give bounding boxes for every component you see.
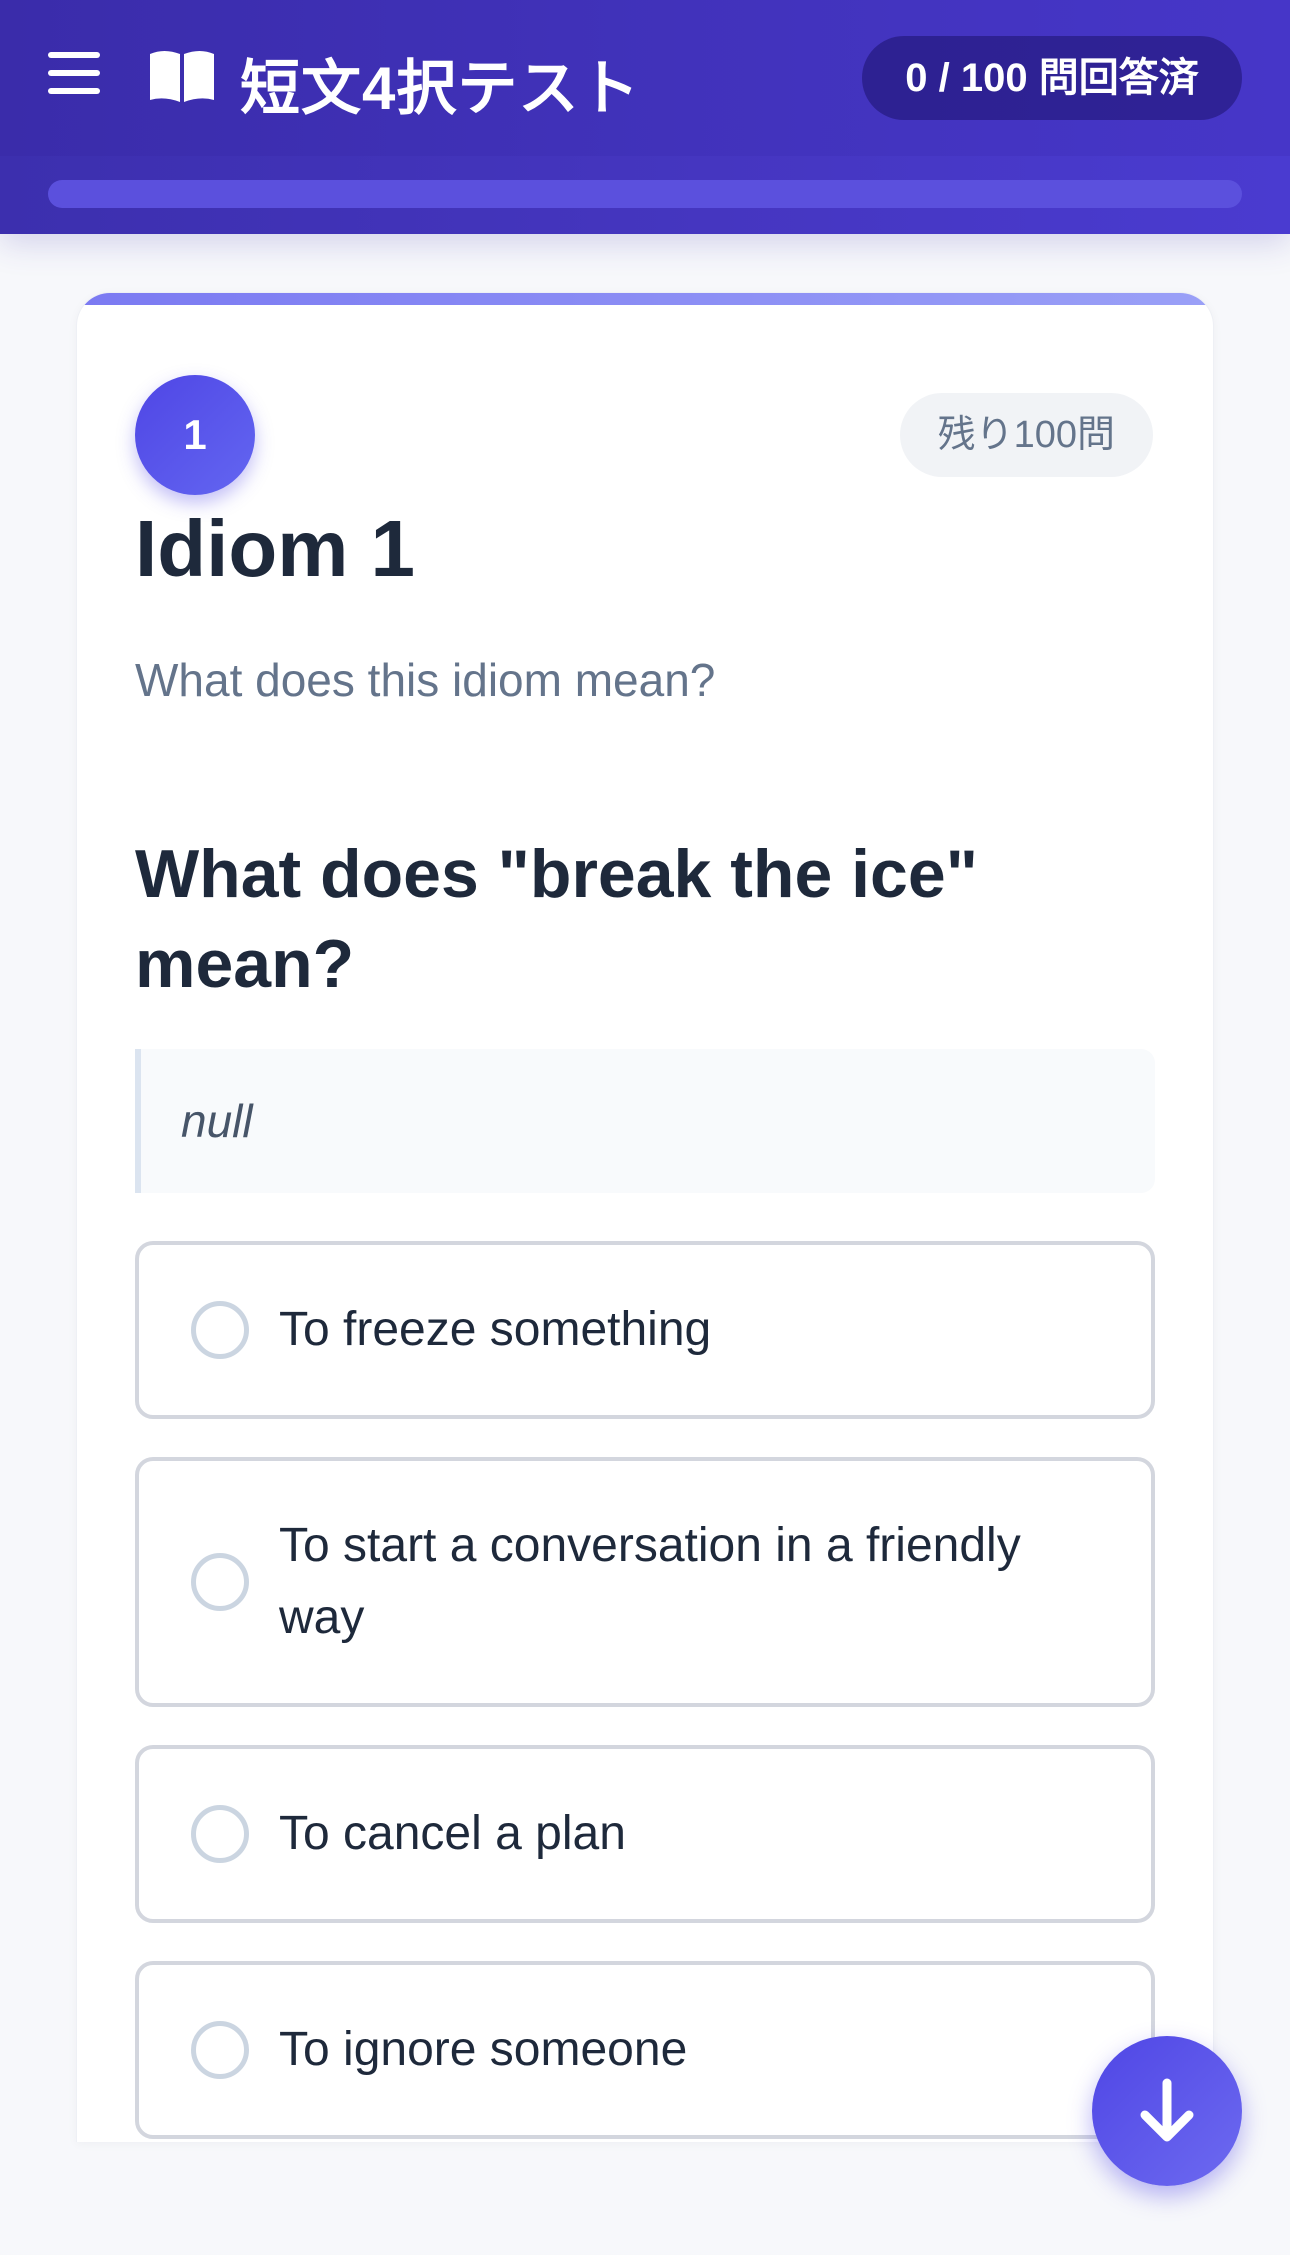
question-note: null [135,1049,1155,1193]
question-title: Idiom 1 [135,504,416,593]
answered-count-badge: 0 / 100 問回答済 [862,36,1242,120]
radio-unchecked-icon[interactable] [191,1805,249,1863]
app-title: 短文4択テスト [240,55,641,122]
answer-option-label: To ignore someone [279,2023,688,2076]
answer-option-label: To freeze something [279,1303,712,1356]
remaining-questions-badge: 残り100問 [899,393,1153,477]
scroll-down-button[interactable] [1092,2036,1242,2186]
progress-bar [48,180,1242,208]
answer-option[interactable]: To cancel a plan [135,1745,1155,1923]
arrow-down-icon [1140,2078,1194,2142]
question-number-badge: 1 [135,375,255,495]
hamburger-menu-icon[interactable] [48,52,100,98]
card-accent-line [77,293,1213,305]
app-header: 短文4択テスト 0 / 100 問回答済 [0,0,1290,234]
answer-option[interactable]: To freeze something [135,1241,1155,1419]
answer-option-label: To cancel a plan [279,1807,626,1860]
radio-unchecked-icon[interactable] [191,2021,249,2079]
answer-option[interactable]: To ignore someone [135,1961,1155,2139]
top-bar: 短文4択テスト 0 / 100 問回答済 [0,0,1290,156]
question-subtitle: What does this idiom mean? [135,654,716,706]
question-card: 1 残り100問 Idiom 1 What does this idiom me… [76,292,1214,2142]
question-text: What does "break the ice" mean? [135,836,978,1002]
radio-unchecked-icon[interactable] [191,1553,249,1611]
answer-option-label: To start a conversation in a friendly wa… [279,1519,1021,1644]
radio-unchecked-icon[interactable] [191,1301,249,1359]
answer-option[interactable]: To start a conversation in a friendly wa… [135,1457,1155,1707]
open-book-icon [150,51,214,102]
